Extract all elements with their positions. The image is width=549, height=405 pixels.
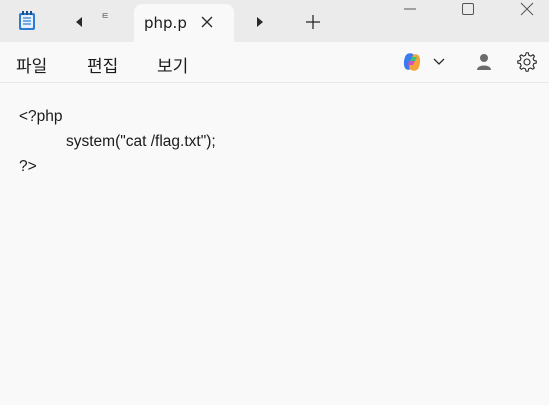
code-line: <?php bbox=[19, 108, 63, 125]
text-editor[interactable]: <?php system("cat /flag.txt"); ?> bbox=[0, 83, 549, 405]
notepad-icon bbox=[19, 11, 35, 30]
copilot-icon[interactable] bbox=[401, 51, 423, 73]
maximize-icon[interactable] bbox=[461, 2, 475, 16]
tab-label: php.p bbox=[144, 14, 187, 32]
chevron-down-icon[interactable] bbox=[433, 56, 445, 66]
close-icon[interactable] bbox=[200, 15, 214, 29]
clipped-tab[interactable]: ㅌ bbox=[101, 13, 109, 22]
scroll-right-icon[interactable] bbox=[254, 16, 266, 28]
code-line: system("cat /flag.txt"); bbox=[66, 133, 216, 150]
gear-icon[interactable] bbox=[517, 52, 537, 72]
profile-icon[interactable] bbox=[476, 53, 492, 71]
minimize-icon[interactable] bbox=[403, 2, 417, 16]
tab-active[interactable]: php.p bbox=[134, 4, 234, 42]
menu-bar: 파일 편집 보기 bbox=[0, 42, 549, 83]
menu-edit[interactable]: 편집 bbox=[87, 52, 118, 77]
menu-view[interactable]: 보기 bbox=[157, 52, 188, 77]
plus-icon[interactable] bbox=[305, 14, 321, 30]
menu-file[interactable]: 파일 bbox=[16, 52, 47, 77]
code-line: ?> bbox=[19, 158, 37, 175]
scroll-left-icon[interactable] bbox=[73, 16, 85, 28]
window-close-icon[interactable] bbox=[520, 2, 534, 16]
title-bar: ㅌ php.p bbox=[0, 0, 549, 42]
